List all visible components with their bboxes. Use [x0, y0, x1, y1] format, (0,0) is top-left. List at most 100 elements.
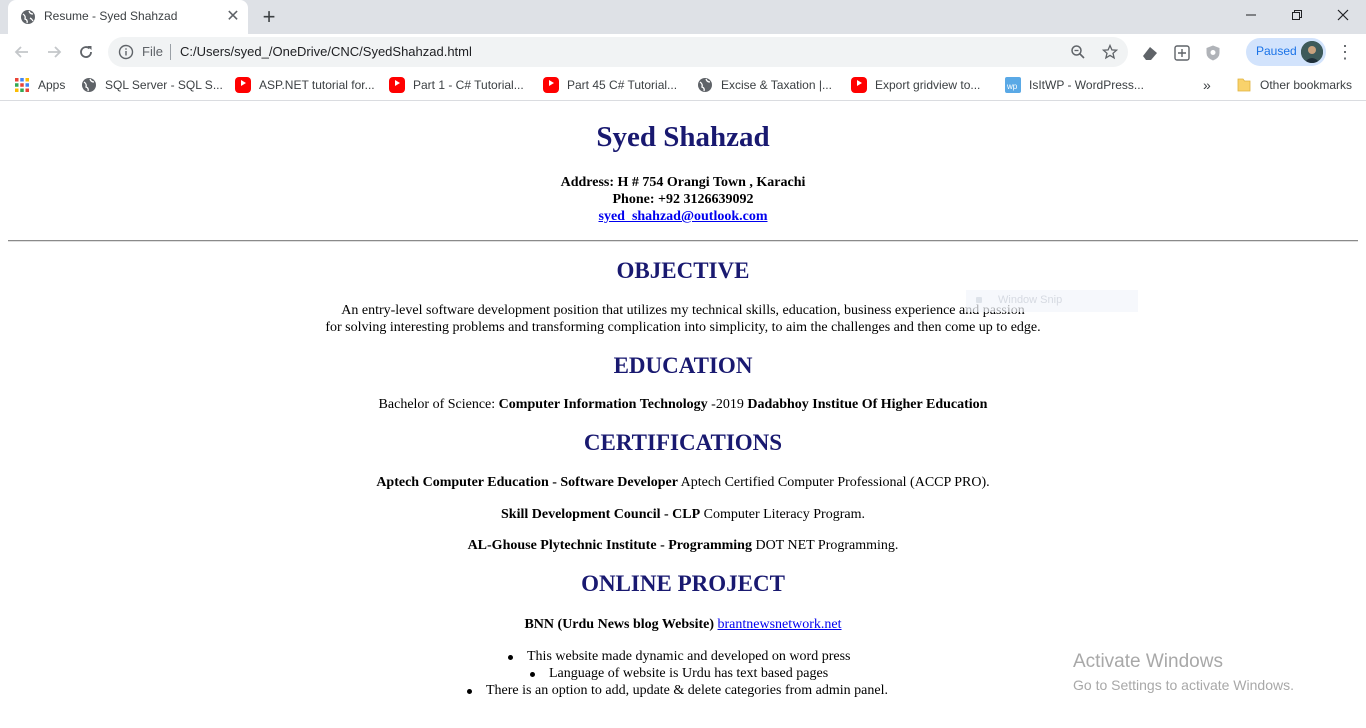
bookmark-csharp-part45[interactable]: Part 45 C# Tutorial... [543, 75, 677, 95]
profile-status: Paused [1256, 44, 1297, 58]
bookmark-label: Excise & Taxation |... [721, 78, 832, 92]
eraser-icon[interactable] [1141, 44, 1159, 62]
education-entry: Bachelor of Science: Computer Informatio… [0, 397, 1366, 413]
apps-grid-icon [15, 78, 29, 92]
youtube-icon [851, 77, 867, 93]
certification-title: AL-Ghouse Plytechnic Institute - Program… [467, 538, 752, 553]
globe-icon [82, 78, 96, 92]
forward-arrow-icon [48, 46, 62, 58]
zoom-icon[interactable] [1070, 44, 1086, 60]
email-link[interactable]: syed_shahzad@outlook.com [599, 209, 768, 224]
snip-label: Window Snip [998, 294, 1063, 306]
list-item: Language of website is Urdu has text bas… [529, 666, 829, 681]
restore-button[interactable] [1274, 0, 1320, 30]
tab-strip: Resume - Syed Shahzad ✕ + [0, 0, 1366, 34]
list-item: There is an option to add, update & dele… [467, 683, 888, 698]
objective-text-line1: An entry-level software development posi… [341, 303, 1025, 318]
activation-watermark-title: Activate Windows [1073, 651, 1223, 672]
close-icon [1337, 9, 1349, 21]
bookmark-excise-taxation[interactable]: Excise & Taxation |... [697, 75, 832, 95]
bookmarks-overflow-button[interactable]: » [1203, 75, 1211, 95]
bookmarks-bar: Apps SQL Server - SQL S... ASP.NET tutor… [0, 70, 1366, 101]
resume-page: Syed Shahzad Address: H # 754 Orangi Tow… [0, 101, 1366, 728]
bookmark-apps[interactable]: Apps [14, 75, 65, 95]
other-bookmarks-folder[interactable]: Other bookmarks [1236, 75, 1352, 95]
activation-watermark-subtitle: Go to Settings to activate Windows. [1073, 677, 1294, 693]
bookmark-label: SQL Server - SQL S... [105, 78, 223, 92]
bookmark-label: Part 45 C# Tutorial... [567, 78, 678, 92]
tab-title: Resume - Syed Shahzad [44, 9, 178, 23]
bookmark-label: Export gridview to... [875, 78, 981, 92]
snip-icon [976, 297, 982, 303]
more-menu-icon[interactable]: ⋮ [1336, 42, 1354, 62]
restore-icon [1292, 10, 1302, 20]
overflow-chevron-icon: » [1203, 77, 1211, 93]
minimize-icon [1246, 14, 1256, 16]
bookmark-isitwp[interactable]: wp IsItWP - WordPress... [1005, 75, 1144, 95]
divider [170, 44, 171, 60]
browser-tab[interactable]: Resume - Syed Shahzad ✕ [8, 0, 248, 34]
project-title: BNN (Urdu News blog Website) [524, 617, 718, 632]
avatar [1301, 41, 1323, 63]
bookmark-csharp-part1[interactable]: Part 1 - C# Tutorial... [389, 75, 524, 95]
certification-title: Aptech Computer Education - Software Dev… [376, 475, 678, 490]
institute-name: Dadabhoy Institue Of Higher Education [747, 397, 988, 412]
wp-icon: wp [1005, 77, 1021, 93]
folder-icon [1237, 78, 1251, 92]
objective-heading: OBJECTIVE [616, 258, 750, 283]
project-title-line: BNN (Urdu News blog Website) brantnewsne… [0, 617, 1366, 633]
bookmark-label: Other bookmarks [1260, 78, 1353, 92]
certification-desc: Aptech Certified Computer Professional (… [677, 475, 990, 490]
globe-icon [21, 10, 35, 24]
bookmark-label: Part 1 - C# Tutorial... [413, 78, 524, 92]
bookmark-aspnet-tutorial[interactable]: ASP.NET tutorial for... [235, 75, 375, 95]
new-tab-button[interactable]: + [258, 6, 280, 28]
bookmark-label: Apps [38, 78, 66, 92]
url-text[interactable]: C:/Users/syed_/OneDrive/CNC/SyedShahzad.… [180, 44, 472, 59]
add-extension-icon[interactable] [1173, 44, 1191, 62]
degree-label: Bachelor of Science: [378, 397, 499, 412]
star-icon[interactable] [1102, 44, 1118, 60]
bookmark-label: ASP.NET tutorial for... [259, 78, 375, 92]
minimize-button[interactable] [1228, 0, 1274, 30]
youtube-icon [389, 77, 405, 93]
info-icon[interactable] [118, 44, 134, 60]
certification-desc: Computer Literacy Program. [700, 507, 865, 522]
certification-item: Aptech Computer Education - Software Dev… [0, 475, 1366, 491]
shield-icon[interactable] [1204, 44, 1222, 62]
bookmark-sql-server[interactable]: SQL Server - SQL S... [81, 75, 223, 95]
divider [8, 240, 1358, 242]
profile-button[interactable]: Paused [1246, 38, 1326, 66]
bookmark-label: IsItWP - WordPress... [1029, 78, 1144, 92]
back-arrow-icon [14, 46, 28, 58]
forward-button[interactable] [42, 40, 66, 64]
browser-toolbar: File C:/Users/syed_/OneDrive/CNC/SyedSha… [0, 34, 1366, 70]
address-line: Address: H # 754 Orangi Town , Karachi [560, 175, 806, 190]
tab-close-icon[interactable]: ✕ [224, 8, 242, 26]
certification-title: Skill Development Council - CLP [501, 507, 701, 522]
email-line: syed_shahzad@outlook.com [0, 209, 1366, 225]
reload-button[interactable] [74, 40, 98, 64]
online-project-heading: ONLINE PROJECT [581, 571, 785, 596]
certification-desc: DOT NET Programming. [751, 538, 899, 553]
project-link[interactable]: brantnewsnetwork.net [718, 617, 842, 632]
address-bar[interactable]: File C:/Users/syed_/OneDrive/CNC/SyedSha… [108, 37, 1128, 67]
list-item: This website made dynamic and developed … [507, 649, 851, 664]
certification-item: Skill Development Council - CLP Computer… [0, 507, 1366, 523]
close-window-button[interactable] [1320, 0, 1366, 30]
phone-line: Phone: +92 3126639092 [612, 192, 754, 207]
graduation-year: -2019 [707, 397, 748, 412]
youtube-icon [235, 77, 251, 93]
certification-item: AL-Ghouse Plytechnic Institute - Program… [0, 538, 1366, 554]
scheme-label: File [142, 44, 163, 59]
certifications-heading: CERTIFICATIONS [583, 430, 783, 455]
globe-icon [698, 78, 712, 92]
reload-icon [80, 46, 92, 58]
bookmark-export-gridview[interactable]: Export gridview to... [851, 75, 980, 95]
education-heading: EDUCATION [613, 353, 753, 378]
youtube-icon [543, 77, 559, 93]
resume-name: Syed Shahzad [596, 121, 770, 153]
objective-text-line2: for solving interesting problems and tra… [325, 320, 1041, 335]
svg-text:wp: wp [1006, 82, 1018, 91]
back-button[interactable] [10, 40, 34, 64]
